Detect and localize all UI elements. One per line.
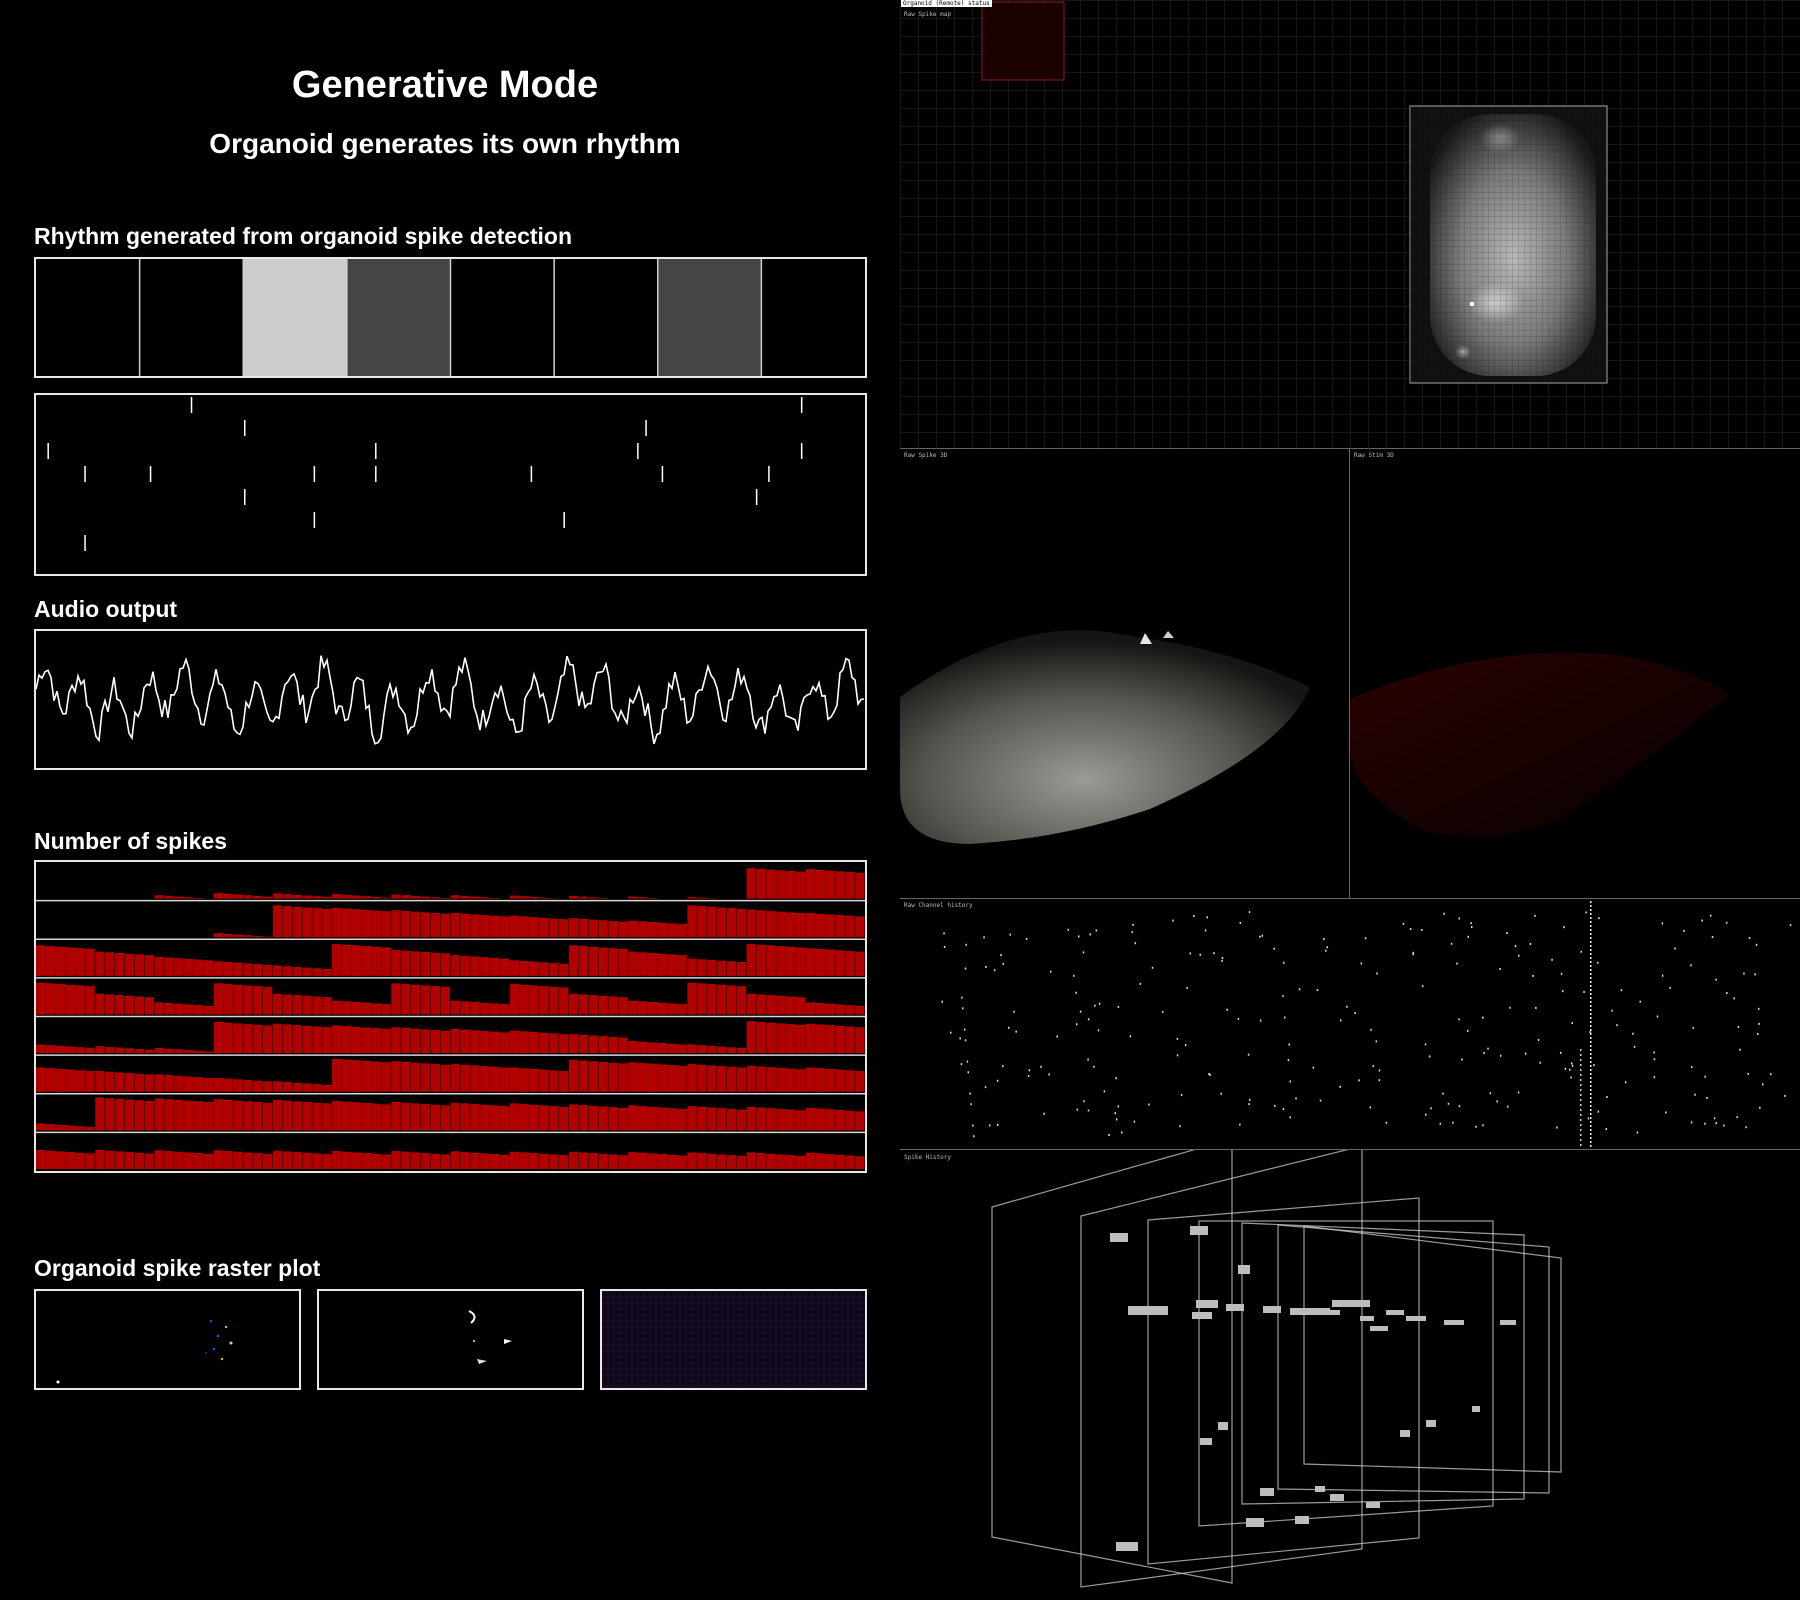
- rhythm-steps-graphic: [36, 259, 865, 376]
- raster-image-2: [468, 1310, 512, 1364]
- raster-image-1: [56, 1319, 233, 1384]
- rhythm-step: [761, 259, 865, 376]
- spike-history-3d-stack: [991, 1150, 1562, 1588]
- stim-3d-surface: [1350, 652, 1730, 837]
- raster-panel-3: [600, 1289, 867, 1390]
- rhythm-step: [657, 259, 762, 376]
- spike-map-panel: Organoid (Remote) status Raw Spike map: [900, 0, 1800, 449]
- rhythm-step: [243, 259, 347, 376]
- spike-count-panel: [34, 860, 867, 1173]
- spike-map-graphic: [900, 0, 1800, 449]
- rhythm-step: [139, 259, 244, 376]
- channel-history-label: Raw Channel history: [904, 902, 973, 909]
- audio-waveform: [36, 655, 865, 745]
- raster-section-label: Organoid spike raster plot: [34, 1255, 321, 1281]
- rhythm-step: [450, 259, 555, 376]
- rhythm-step: [346, 259, 451, 376]
- spike-3d-surface: [900, 630, 1310, 844]
- stim-3d-panel: Raw Stim 3D: [1350, 449, 1800, 899]
- rhythm-step: [554, 259, 658, 376]
- remote-status-tag: Organoid (Remote) status: [901, 0, 992, 7]
- page-subtitle: Organoid generates its own rhythm: [209, 128, 681, 159]
- rhythm-step-sequencer: [34, 257, 867, 378]
- page-title: Generative Mode: [291, 64, 599, 106]
- channel-history-panel: Raw Channel history: [900, 899, 1800, 1150]
- rhythm-section-label: Rhythm generated from organoid spike det…: [34, 223, 573, 249]
- rhythm-step: [36, 259, 140, 376]
- raster-panel-1: [34, 1289, 301, 1390]
- spike-map-label: Raw Spike map: [904, 11, 951, 18]
- spike-detection-panel: [34, 393, 867, 576]
- raster-panel-2: [317, 1289, 584, 1390]
- spike-3d-label: Raw Spike 3D: [904, 452, 948, 459]
- audio-waveform-panel: [34, 629, 867, 770]
- spike-count-bars: [36, 868, 865, 1169]
- spikes-section-label: Number of spikes: [34, 828, 227, 854]
- spike-history-panel: Spike History: [900, 1150, 1800, 1600]
- raster-image-3: [602, 1291, 865, 1388]
- stim-3d-label: Raw Stim 3D: [1354, 452, 1394, 459]
- spike-history-label: Spike History: [904, 1154, 951, 1161]
- spike-3d-panel: Raw Spike 3D: [900, 449, 1350, 899]
- audio-section-label: Audio output: [34, 596, 178, 622]
- spike-ticks-graphic: [47, 397, 803, 551]
- channel-history-raster: [941, 901, 1792, 1147]
